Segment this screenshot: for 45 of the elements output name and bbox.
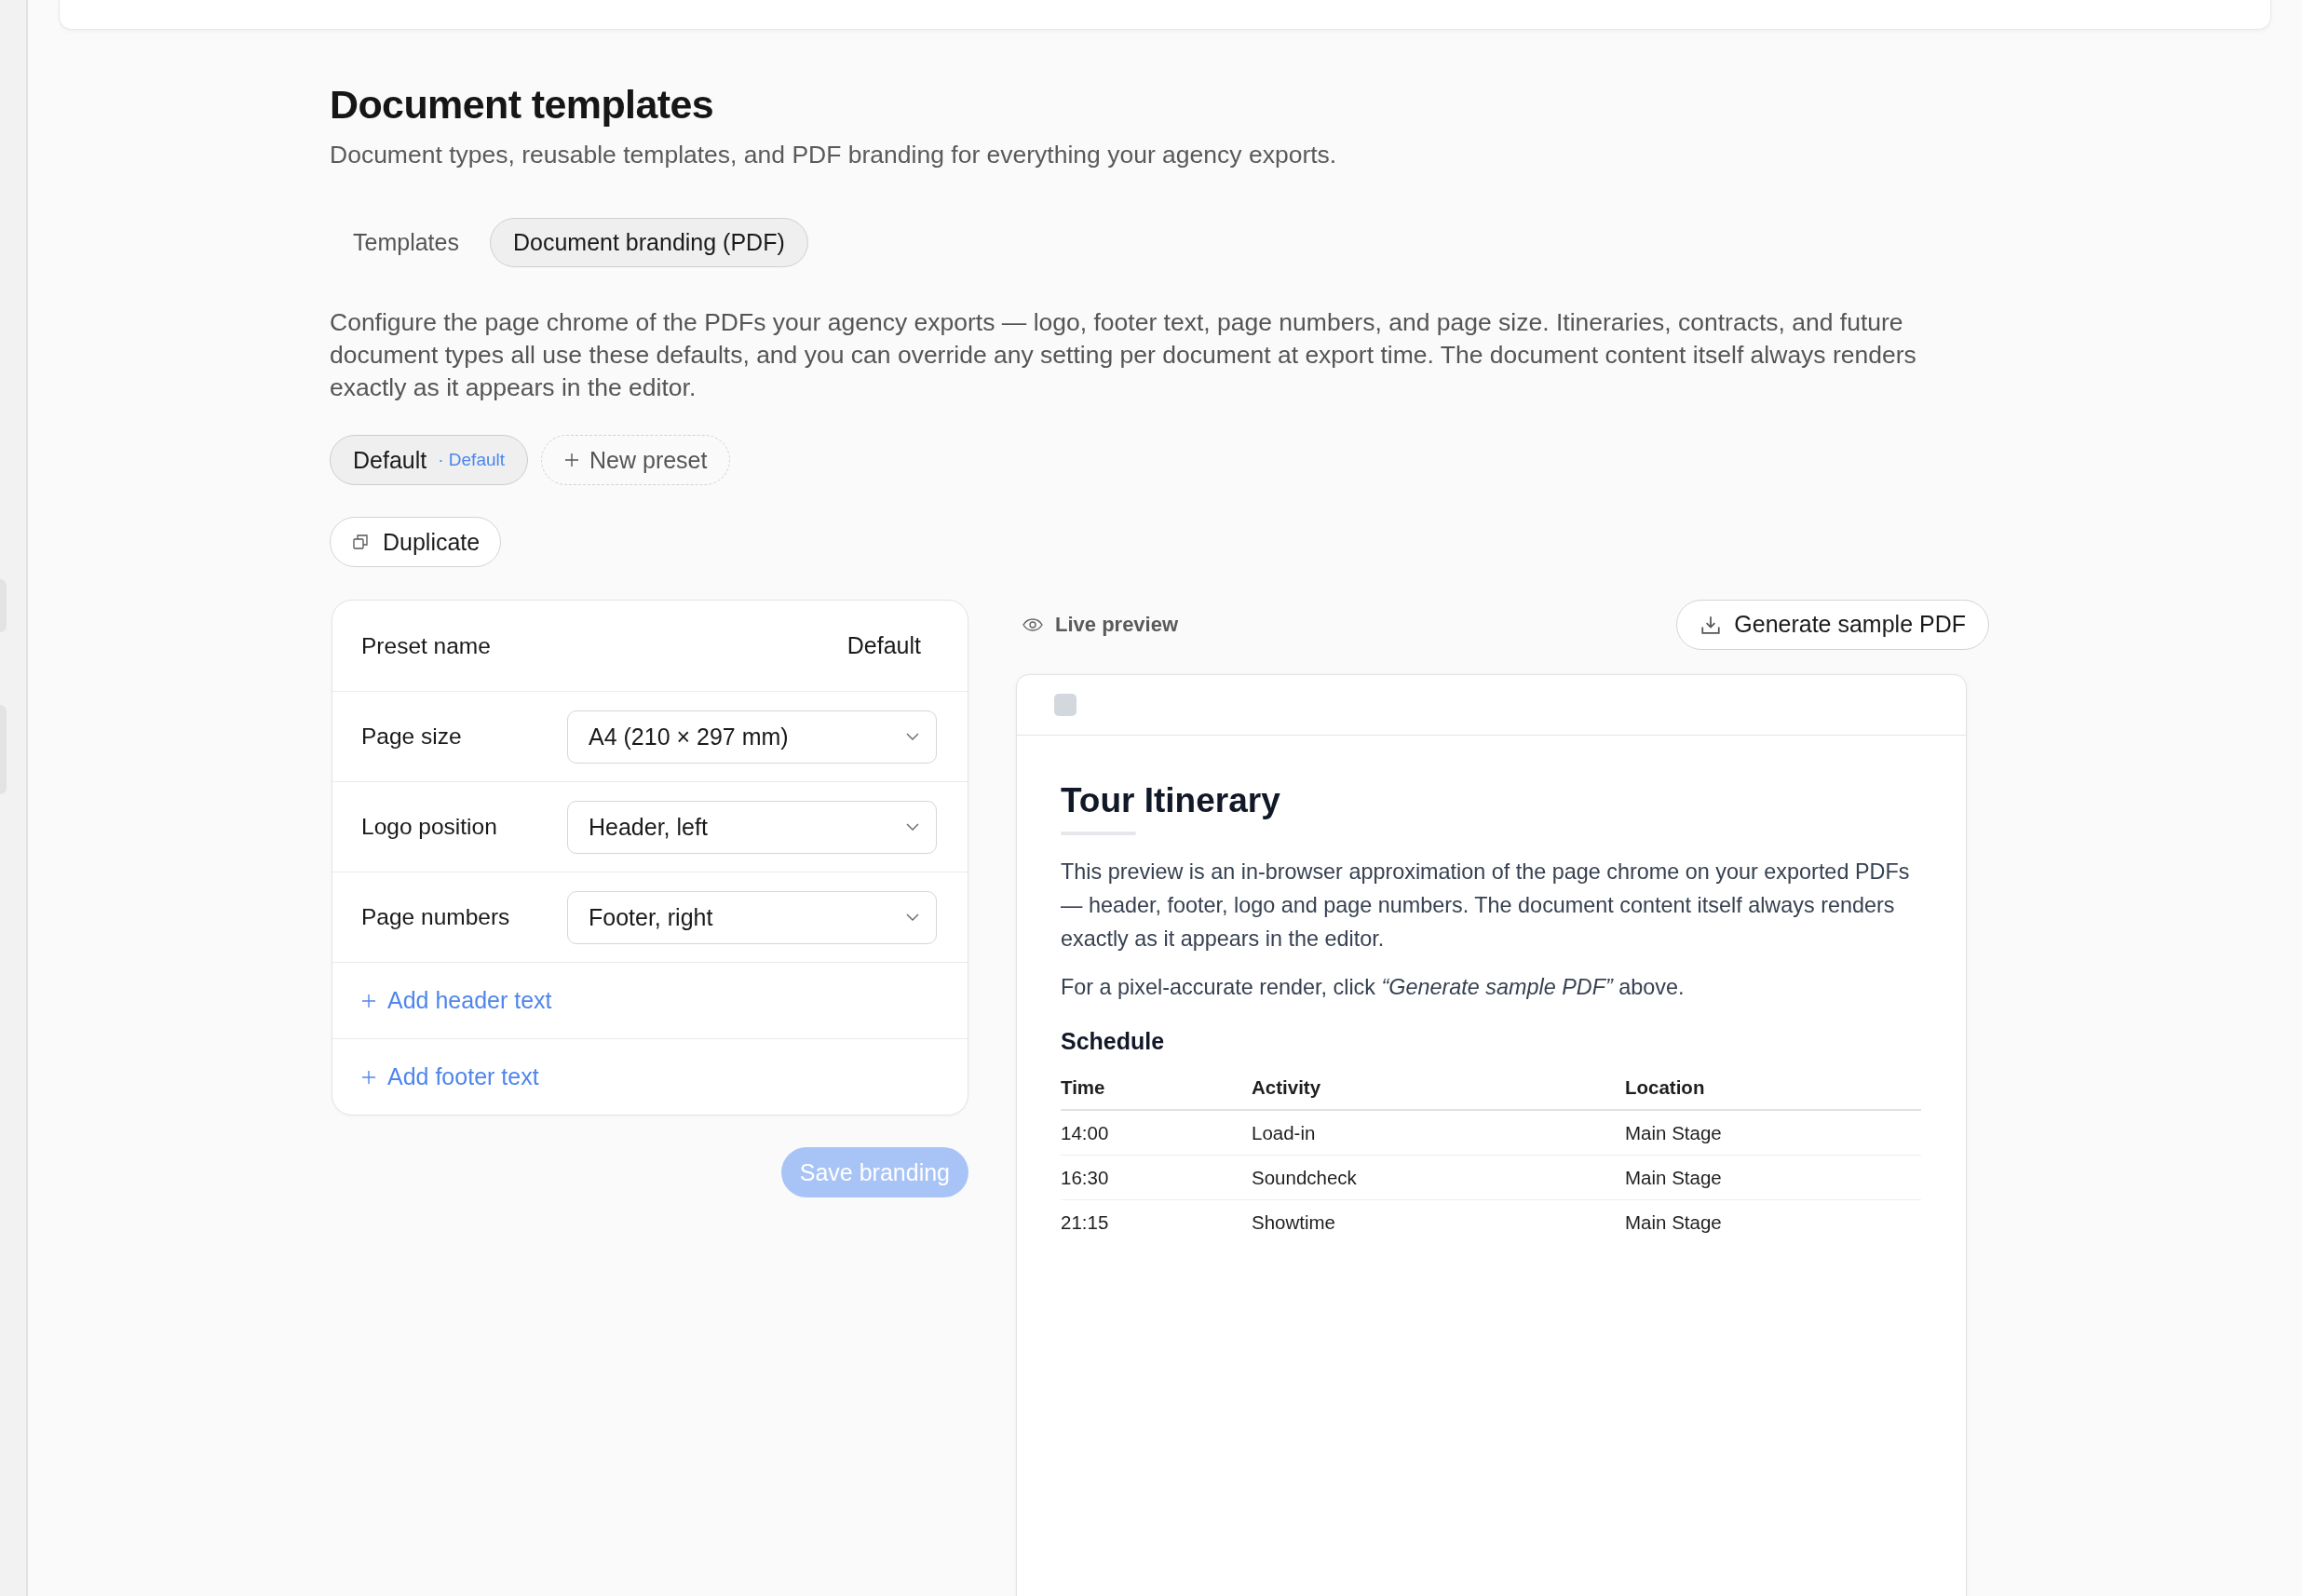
- section-heading: Schedule: [1061, 1027, 1166, 1056]
- column-header: Activity: [1252, 1075, 1321, 1098]
- chevron-down-icon: [906, 823, 919, 831]
- table-cell: 14:00: [1061, 1121, 1109, 1143]
- page-subtitle: Document types, reusable templates, and PDF branding for everything your agency exports.: [330, 140, 1338, 170]
- chevron-down-icon: [906, 913, 919, 921]
- table-cell: 21:15: [1061, 1211, 1109, 1233]
- page-title: Document templates: [330, 81, 715, 128]
- document-paragraph: This preview is an in-browser approximation of the page chrome on your exported PDFs — header, footer, logo and page numbers. The document content itself always renders exactly as it appears in the editor.: [1061, 859, 1911, 953]
- field-label: Page size: [361, 724, 463, 750]
- select-dropdown[interactable]: A4 (210 × 297 mm): [567, 710, 937, 764]
- table-cell: Showtime: [1252, 1211, 1335, 1233]
- eye-icon: [1022, 617, 1043, 631]
- field-label: Page numbers: [361, 904, 511, 930]
- table-cell: Main Stage: [1625, 1166, 1722, 1188]
- chevron-down-icon: [906, 733, 919, 740]
- select-dropdown[interactable]: Header, left: [567, 800, 937, 854]
- duplicate-button[interactable]: Duplicate: [330, 517, 502, 567]
- table-cell: Soundcheck: [1252, 1166, 1357, 1188]
- document-title: Tour Itinerary: [1061, 780, 1281, 821]
- tab[interactable]: Templates: [330, 218, 482, 267]
- logo-placeholder-icon: [1054, 694, 1077, 716]
- add-text-link[interactable]: Add footer text: [361, 1063, 539, 1090]
- plus-icon: [361, 993, 376, 1008]
- table-cell: Load-in: [1252, 1121, 1316, 1143]
- generate-pdf-button[interactable]: Generate sample PDF: [1676, 599, 1989, 650]
- add-text-link[interactable]: Add header text: [361, 987, 552, 1014]
- description-text: Configure the page chrome of the PDFs your agency exports — logo, footer text, page numbers, and page size. Itineraries, contracts, and future document types all use these defaults, and you can override any setting per document at export time. The document content itself always renders exactly as it appears in the editor.: [330, 307, 1917, 403]
- tab[interactable]: Document branding (PDF): [489, 218, 808, 267]
- table-cell: 16:30: [1061, 1166, 1109, 1188]
- plus-icon: [361, 1069, 376, 1085]
- preset-chip[interactable]: Default · Default: [330, 435, 529, 485]
- document-paragraph: For a pixel-accurate render, click “Generate sample PDF” above.: [1061, 974, 1686, 1001]
- table-cell: Main Stage: [1625, 1121, 1722, 1143]
- column-header: Location: [1625, 1075, 1705, 1098]
- field-label: Preset name: [361, 632, 492, 659]
- preset-name-input[interactable]: Default: [567, 632, 937, 659]
- column-header: Time: [1061, 1075, 1105, 1098]
- live-preview-label: Live preview: [1055, 612, 1179, 637]
- download-icon: [1701, 615, 1721, 634]
- copy-icon: [353, 534, 368, 549]
- table-cell: Main Stage: [1625, 1211, 1722, 1233]
- field-label: Logo position: [361, 814, 498, 840]
- plus-icon: [564, 453, 580, 467]
- select-dropdown[interactable]: Footer, right: [567, 890, 937, 944]
